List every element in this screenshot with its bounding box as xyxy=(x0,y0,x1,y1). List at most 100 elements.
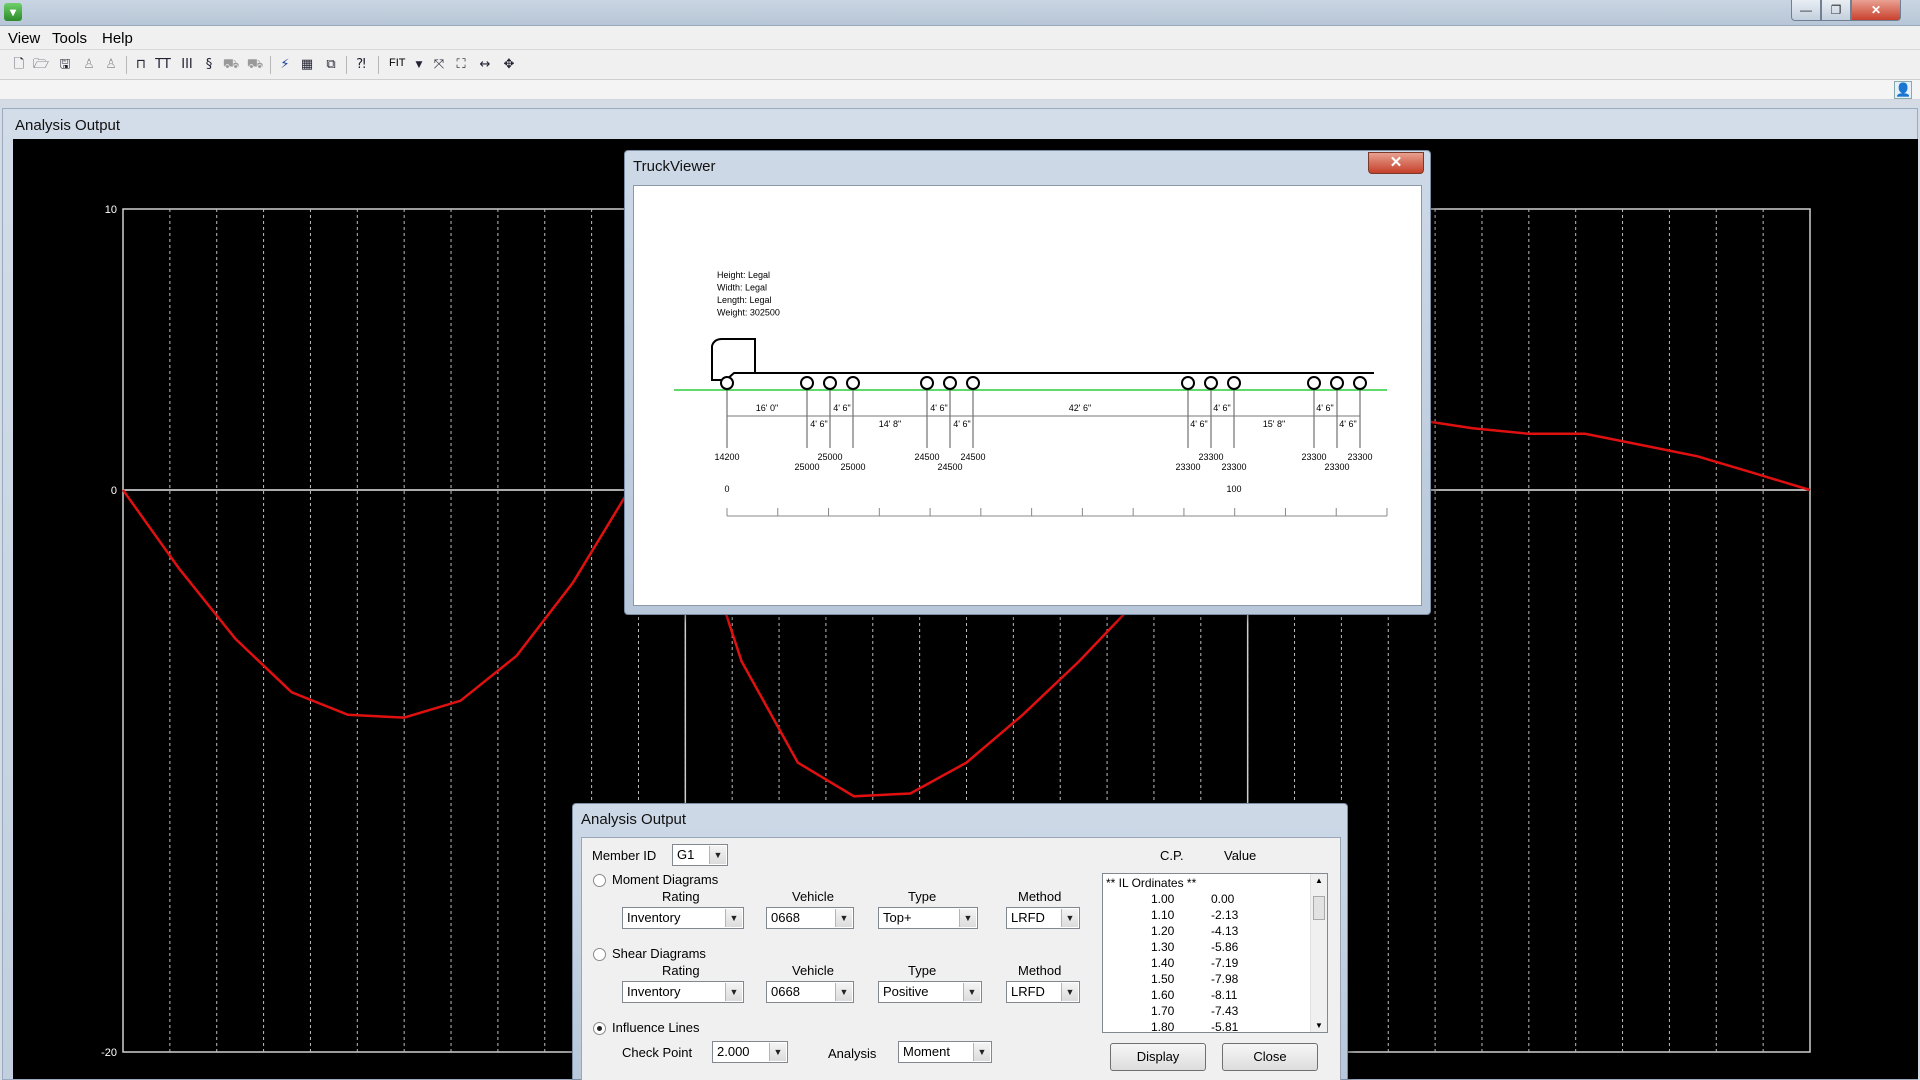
windows-icon[interactable]: ⧉ xyxy=(322,56,340,74)
run-analysis-icon[interactable]: ⚡ xyxy=(276,56,294,74)
axle-spacing-label: 42' 6" xyxy=(1069,403,1091,413)
il-row-cp: 1.50 xyxy=(1151,972,1175,986)
chevron-down-icon: ▼ xyxy=(725,983,742,1001)
shear-rating-select[interactable]: Inventory ▼ xyxy=(622,981,744,1003)
influence-lines-radio[interactable] xyxy=(593,1022,606,1035)
help-pointer-icon[interactable]: ⁈ xyxy=(352,56,370,74)
expand-icon[interactable]: ⛶ xyxy=(452,56,470,74)
moment-method-select[interactable]: LRFD ▼ xyxy=(1006,907,1080,929)
truck-2-disabled-icon[interactable]: ⛟ xyxy=(246,56,264,74)
user-icon[interactable]: 👤 xyxy=(1894,81,1912,99)
axle-spacing-label: 15' 8" xyxy=(1263,419,1285,429)
member-id-value: G1 xyxy=(677,847,695,862)
table-icon[interactable]: ▦ xyxy=(298,56,316,74)
axle-load-label: 24500 xyxy=(914,452,939,462)
axle-wheel xyxy=(846,376,860,390)
il-row-value: -5.86 xyxy=(1211,940,1239,954)
axle-spacing-label: 4' 6" xyxy=(1213,403,1230,413)
member-id-label: Member ID xyxy=(592,848,657,863)
axle-load-label: 24500 xyxy=(937,462,962,472)
scale-label: 0 xyxy=(724,484,729,494)
close-button[interactable]: Close xyxy=(1222,1043,1318,1071)
truck-disabled-icon[interactable]: ⛟ xyxy=(222,56,240,74)
analysis-dialog-title: Analysis Output xyxy=(581,811,687,828)
il-row-value: -7.98 xyxy=(1211,972,1239,986)
il-row-value: -8.11 xyxy=(1211,988,1238,1002)
maximize-button[interactable]: ❐ xyxy=(1821,0,1851,21)
axle-load-label: 14200 xyxy=(714,452,739,462)
minimize-button[interactable]: — xyxy=(1791,0,1821,21)
il-list-scroll-thumb[interactable] xyxy=(1313,896,1325,920)
shear-vehicle-select[interactable]: 0668 ▼ xyxy=(766,981,854,1003)
axle-wheel xyxy=(823,376,837,390)
app-icon: ▾ xyxy=(4,3,22,21)
truck-viewer-close-button[interactable]: ✕ xyxy=(1368,152,1424,174)
axle-load-label: 25000 xyxy=(794,462,819,472)
il-row-value: -7.43 xyxy=(1211,1004,1239,1018)
new-file-icon[interactable]: 🗋 xyxy=(10,56,28,74)
zoom-extents-icon[interactable]: ⤧ xyxy=(430,56,448,74)
span-view-icon[interactable]: ⊓ xyxy=(132,56,150,74)
il-ordinates-list[interactable]: ** IL Ordinates ** 1.00 0.00 1.10 -2.13 1.20… xyxy=(1102,873,1328,1033)
pan-icon[interactable]: ✥ xyxy=(500,56,518,74)
analysis-type-select[interactable]: Moment ▼ xyxy=(898,1041,992,1063)
il-row-cp: 1.10 xyxy=(1151,908,1175,922)
toolbar-separator xyxy=(270,56,271,74)
menu-view[interactable]: View xyxy=(8,30,40,47)
moment-type-value: Top+ xyxy=(883,910,912,925)
menu-tools[interactable]: Tools xyxy=(52,30,87,47)
scroll-up-icon[interactable]: ▲ xyxy=(1315,876,1323,885)
il-row-value: -4.13 xyxy=(1211,924,1239,938)
shear-method-select[interactable]: LRFD ▼ xyxy=(1006,981,1080,1003)
shear-diagrams-label: Shear Diagrams xyxy=(612,946,706,961)
shear-type-value: Positive xyxy=(883,984,929,999)
axle-spacing-label: 4' 6" xyxy=(1190,419,1207,429)
shear-method-value: LRFD xyxy=(1011,984,1045,999)
moment-type-select[interactable]: Top+ ▼ xyxy=(878,907,978,929)
title-bar: ▾ — ❐ ✕ xyxy=(0,0,1920,26)
il-row-cp: 1.60 xyxy=(1151,988,1175,1002)
chevron-down-icon[interactable]: ▼ xyxy=(410,56,428,74)
girders-icon[interactable]: TT xyxy=(154,56,172,74)
scroll-down-icon[interactable]: ▼ xyxy=(1315,1021,1323,1030)
columns-icon[interactable]: III xyxy=(178,56,196,74)
open-folder-icon[interactable]: 🗁 xyxy=(32,56,50,74)
axle-load-label: 24500 xyxy=(960,452,985,462)
chevron-down-icon: ▼ xyxy=(835,983,852,1001)
axle-load-label: 23300 xyxy=(1175,462,1200,472)
moment-diagrams-radio[interactable] xyxy=(593,874,606,887)
check-point-select[interactable]: 2.000 ▼ xyxy=(712,1041,788,1063)
display-button[interactable]: Display xyxy=(1110,1043,1206,1071)
axle-spacing-label: 4' 6" xyxy=(833,403,850,413)
truck-viewer-dialog: TruckViewer ✕ Height: Legal Width: Legal L… xyxy=(624,150,1431,615)
spring-icon[interactable]: § xyxy=(200,56,218,74)
check-point-label: Check Point xyxy=(622,1045,693,1060)
person-disabled-icon[interactable]: ♙ xyxy=(80,56,98,74)
zoom-fit-dropdown[interactable]: FIT xyxy=(389,57,406,69)
il-row-cp: 1.00 xyxy=(1151,892,1175,906)
moment-rating-select[interactable]: Inventory ▼ xyxy=(622,907,744,929)
person-down-disabled-icon[interactable]: ♙ xyxy=(102,56,120,74)
shear-vehicle-value: 0668 xyxy=(771,984,800,999)
il-list-scrollbar[interactable]: ▲ ▼ xyxy=(1310,874,1327,1032)
shear-type-select[interactable]: Positive ▼ xyxy=(878,981,982,1003)
save-icon[interactable]: 🖫 xyxy=(56,56,74,74)
axle-wheel xyxy=(943,376,957,390)
axle-spacing-label: 4' 6" xyxy=(953,419,970,429)
shear-type-header: Type xyxy=(908,963,937,978)
close-window-button[interactable]: ✕ xyxy=(1851,0,1901,21)
shear-rating-header: Rating xyxy=(662,963,700,978)
menu-help[interactable]: Help xyxy=(102,30,133,47)
axle-spacing-label: 4' 6" xyxy=(930,403,947,413)
axle-wheel xyxy=(1227,376,1241,390)
il-row-value: -7.19 xyxy=(1211,956,1239,970)
il-row-cp: 1.20 xyxy=(1151,924,1175,938)
shear-diagrams-radio[interactable] xyxy=(593,948,606,961)
shear-rating-value: Inventory xyxy=(627,984,681,999)
moment-vehicle-select[interactable]: 0668 ▼ xyxy=(766,907,854,929)
il-row-cp: 1.40 xyxy=(1151,956,1175,970)
chevron-down-icon: ▼ xyxy=(1061,909,1078,927)
member-id-select[interactable]: G1 ▼ xyxy=(672,844,728,866)
axle-load-label: 25000 xyxy=(840,462,865,472)
horizontal-fit-icon[interactable]: ↔ xyxy=(476,56,494,74)
